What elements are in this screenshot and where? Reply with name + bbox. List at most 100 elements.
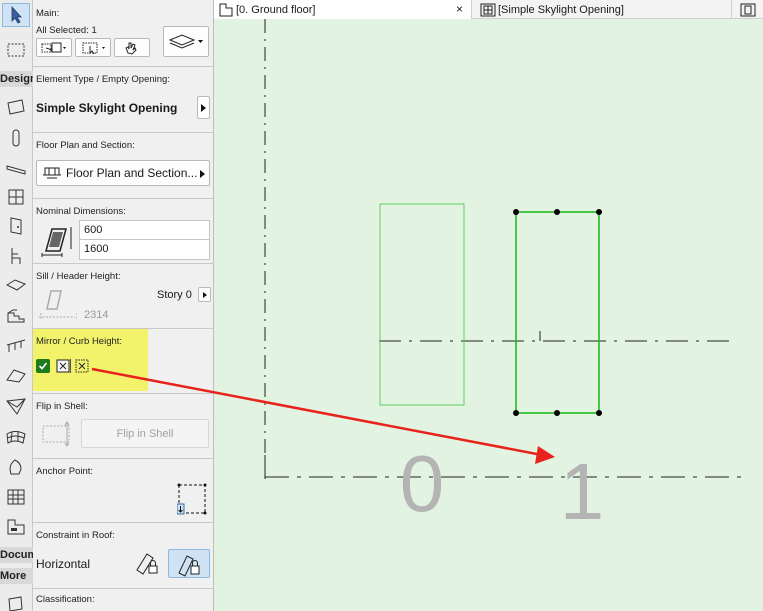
door-icon [10, 217, 22, 235]
curtain-wall-icon [7, 489, 25, 505]
marquee-tool[interactable] [2, 38, 30, 62]
tab-third[interactable] [736, 0, 763, 19]
classification-section: Classification: [33, 588, 214, 611]
section-tab-icon [740, 3, 756, 16]
sill-story-label: Story 0 [157, 289, 192, 301]
sill-header-title: Sill / Header Height: [36, 271, 121, 282]
tab-skylight-label: [Simple Skylight Opening] [498, 3, 624, 16]
classification-title: Classification: [36, 594, 95, 605]
morph-tool[interactable] [2, 455, 30, 479]
window-icon [8, 189, 24, 205]
design-label[interactable]: Design [0, 71, 34, 87]
tab-ground-floor[interactable]: [0. Ground floor] × [214, 0, 472, 19]
mirror-title: Mirror / Curb Height: [36, 336, 123, 347]
flip-in-shell-button[interactable]: Flip in Shell [81, 419, 209, 448]
drawing-canvas[interactable]: 0 1 [214, 19, 763, 611]
main-title: Main: [36, 8, 60, 19]
flip-section: Flip in Shell: Flip in Shell [33, 393, 214, 458]
column-icon [12, 129, 20, 147]
axis-label-0: 0 [400, 439, 445, 528]
curtain-wall-tool[interactable] [2, 485, 30, 509]
sill-header-section: Sill / Header Height: Story 0 2314 [33, 263, 214, 328]
more-label[interactable]: More [0, 568, 34, 584]
more-tool[interactable] [2, 591, 30, 611]
select-marquee-button[interactable] [75, 38, 111, 57]
zone-tool[interactable] [2, 515, 30, 539]
door-tool[interactable] [2, 214, 30, 238]
width-field[interactable]: 600 [79, 220, 210, 241]
column-tool[interactable] [2, 126, 30, 150]
anchor-point-picker[interactable] [176, 483, 207, 515]
pick-up-button[interactable] [114, 38, 150, 57]
mesh-icon [6, 431, 26, 444]
floor-plan-title: Floor Plan and Section: [36, 140, 135, 151]
close-icon[interactable]: × [456, 2, 463, 16]
sill-height-icon [37, 287, 78, 321]
nominal-dimensions-title: Nominal Dimensions: [36, 206, 126, 217]
chevron-right-icon [200, 170, 205, 178]
sill-story-button[interactable] [198, 287, 211, 302]
floor-plan-icon [43, 167, 61, 179]
beam-icon [6, 165, 26, 175]
chevron-right-icon [202, 291, 207, 298]
tab-ground-floor-label: [0. Ground floor] [236, 3, 316, 16]
info-panel: Main: All Selected: 1 Element Type / Emp… [33, 0, 214, 611]
floor-plan-dropdown[interactable]: Floor Plan and Section... [36, 160, 210, 186]
select-layer-button[interactable] [36, 38, 72, 57]
slab-tool[interactable] [2, 273, 30, 297]
wall-end-icon [8, 596, 23, 611]
element-type-title: Element Type / Empty Opening: [36, 74, 170, 85]
wall-tool[interactable] [2, 95, 30, 119]
drawing-svg: 0 1 [264, 19, 744, 536]
slab-icon [5, 279, 27, 291]
stair-tool[interactable] [2, 303, 30, 327]
selection-handles[interactable] [513, 209, 602, 416]
railing-tool[interactable] [2, 333, 30, 357]
document-label[interactable]: Document [0, 547, 34, 563]
roof-tool[interactable] [2, 363, 30, 387]
mirror-dashed-button[interactable] [75, 359, 89, 373]
constraint-horizontal-button[interactable] [168, 549, 210, 578]
main-section: Main: All Selected: 1 [33, 0, 214, 66]
wall-icon [7, 99, 25, 115]
axis-label-1: 1 [560, 447, 605, 536]
constraint-vertical-button[interactable] [133, 550, 161, 576]
roof-lock-horizontal-icon [178, 554, 200, 577]
mirror-dashed-icon [75, 359, 89, 373]
beam-tool[interactable] [2, 156, 30, 180]
tab-skylight[interactable]: [Simple Skylight Opening] [476, 0, 732, 19]
anchor-title: Anchor Point: [36, 466, 94, 477]
mirror-divider [70, 359, 71, 373]
settings-dialog-button[interactable] [163, 26, 209, 57]
mirror-option-button[interactable] [56, 359, 70, 373]
select-layer-icon [41, 42, 66, 52]
tab-bar: [0. Ground floor] × [Simple Skylight Ope… [214, 0, 763, 19]
flip-title: Flip in Shell: [36, 401, 88, 412]
height-field[interactable]: 1600 [79, 239, 210, 260]
constraint-title: Constraint in Roof: [36, 530, 115, 541]
constraint-value: Horizontal [36, 557, 91, 571]
railing-icon [6, 339, 26, 352]
mirror-box-icon [56, 359, 70, 373]
3d-window-tab-icon [480, 3, 496, 16]
shell-icon [6, 398, 26, 415]
chair-icon [11, 248, 21, 264]
window-tool[interactable] [2, 185, 30, 209]
toolbox: Design Document More [0, 0, 34, 611]
floor-plan-tab-icon [219, 3, 233, 16]
chevron-right-icon [201, 103, 206, 112]
mesh-tool[interactable] [2, 424, 30, 448]
arrow-tool[interactable] [2, 3, 30, 27]
arrow-icon [11, 5, 22, 24]
anchor-point-icon [176, 483, 207, 515]
zone-icon [7, 519, 25, 535]
element-type-arrow-button[interactable] [197, 96, 210, 119]
mirror-checkbox[interactable] [36, 359, 50, 373]
skylight-outline-ghost[interactable] [379, 203, 465, 406]
shell-tool[interactable] [2, 394, 30, 418]
skylight-selected[interactable] [515, 211, 600, 414]
stair-icon [7, 309, 25, 323]
marquee-icon [7, 43, 25, 57]
object-tool[interactable] [2, 244, 30, 268]
anchor-section: Anchor Point: [33, 458, 214, 522]
